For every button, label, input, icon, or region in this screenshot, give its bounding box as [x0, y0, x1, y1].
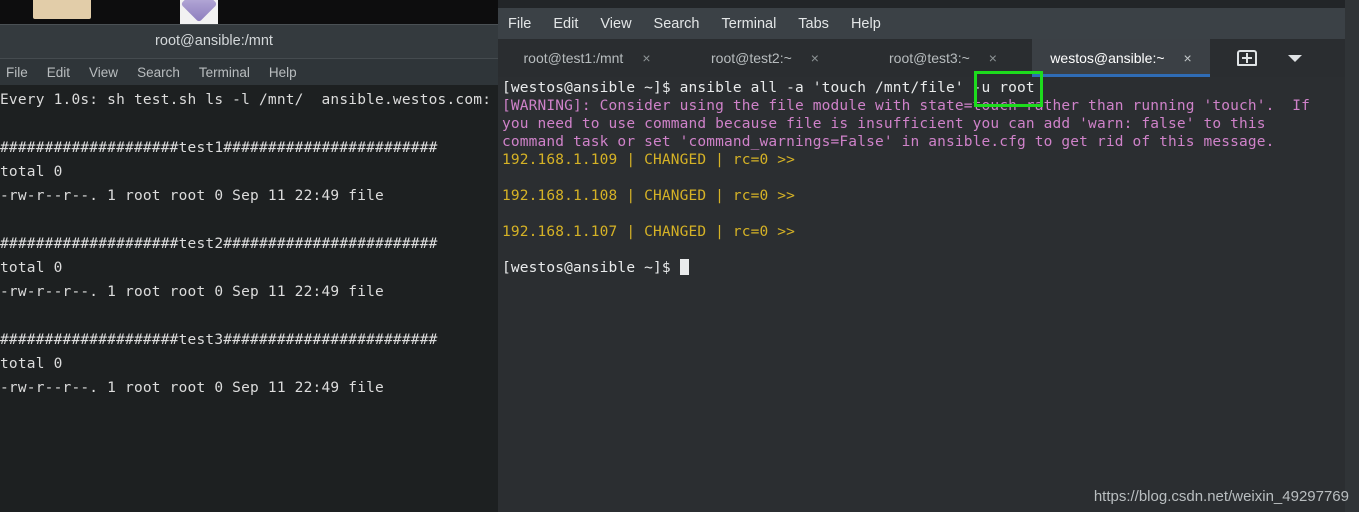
right-menu-terminal[interactable]: Terminal — [722, 16, 777, 32]
right-window-titlebar[interactable] — [498, 0, 1359, 8]
left-menu-file[interactable]: File — [6, 65, 28, 80]
terminal-warning-line: command task or set 'command_warnings=Fa… — [502, 134, 1275, 150]
left-menu-terminal[interactable]: Terminal — [199, 65, 250, 80]
terminal-line: total 0 — [0, 260, 63, 276]
terminal-line: Every 1.0s: sh test.sh ls -l /mnt/ ansib… — [0, 92, 492, 108]
terminal-line: ####################test2###############… — [0, 236, 438, 252]
left-window-menubar[interactable]: File Edit View Search Terminal Help — [0, 58, 498, 85]
archive-gem-icon-shape — [180, 0, 218, 23]
terminal-line: total 0 — [0, 356, 63, 372]
terminal-line: ####################test1###############… — [0, 140, 438, 156]
tab-label: root@test3:~ — [889, 50, 970, 66]
folder-icon[interactable] — [33, 0, 91, 24]
terminal-line: ####################test3###############… — [0, 332, 438, 348]
new-tab-icon[interactable] — [1236, 48, 1258, 68]
close-icon[interactable]: × — [1184, 51, 1192, 65]
right-terminal-window[interactable]: File Edit View Search Terminal Tabs Help… — [498, 0, 1359, 512]
tab-root-test1[interactable]: root@test1:/mnt × — [498, 39, 676, 77]
left-menu-search[interactable]: Search — [137, 65, 180, 80]
left-terminal-window[interactable]: root@ansible:/mnt File Edit View Search … — [0, 24, 498, 512]
terminal-warning-line: you need to use command because file is … — [502, 116, 1266, 132]
close-icon[interactable]: × — [642, 51, 650, 65]
right-menu-tabs[interactable]: Tabs — [798, 16, 829, 32]
terminal-cursor — [679, 259, 689, 275]
left-menu-edit[interactable]: Edit — [47, 65, 70, 80]
tab-bar-actions — [1210, 39, 1359, 77]
right-window-menubar[interactable]: File Edit View Search Terminal Tabs Help — [498, 8, 1359, 39]
terminal-line: -rw-r--r--. 1 root root 0 Sep 11 22:49 f… — [0, 284, 384, 300]
tab-root-test3[interactable]: root@test3:~ × — [854, 39, 1032, 77]
terminal-result-line: 192.168.1.107 | CHANGED | rc=0 >> — [502, 224, 796, 240]
terminal-prompt-line: [westos@ansible ~]$ — [501, 259, 1359, 277]
right-menu-view[interactable]: View — [600, 16, 631, 32]
right-terminal-output[interactable]: [westos@ansible ~]$ ansible all -a 'touc… — [498, 77, 1359, 512]
tab-label: root@test2:~ — [711, 50, 792, 66]
right-menu-help[interactable]: Help — [851, 16, 881, 32]
right-menu-file[interactable]: File — [508, 16, 531, 32]
right-menu-search[interactable]: Search — [654, 16, 700, 32]
terminal-warning-line: [WARNING]: Consider using the file modul… — [502, 98, 1311, 114]
terminal-command-line: [westos@ansible ~]$ ansible all -a 'touc… — [502, 80, 1035, 96]
tab-root-test2[interactable]: root@test2:~ × — [676, 39, 854, 77]
left-window-title: root@ansible:/mnt — [155, 33, 273, 49]
terminal-line: total 0 — [0, 164, 63, 180]
left-window-titlebar[interactable]: root@ansible:/mnt — [0, 24, 498, 58]
chevron-down-icon[interactable] — [1288, 54, 1302, 62]
left-terminal-output[interactable]: Every 1.0s: sh test.sh ls -l /mnt/ ansib… — [0, 85, 498, 512]
close-icon[interactable]: × — [989, 51, 997, 65]
new-tab-icon-plus-horizontal — [1242, 57, 1252, 59]
terminal-scrollbar[interactable] — [1345, 0, 1359, 512]
tab-label: root@test1:/mnt — [523, 50, 624, 66]
archive-gem-icon[interactable] — [180, 0, 218, 24]
folder-icon-body — [33, 0, 91, 19]
terminal-line: -rw-r--r--. 1 root root 0 Sep 11 22:49 f… — [0, 188, 384, 204]
watermark-url: https://blog.csdn.net/weixin_49297769 — [1093, 488, 1349, 505]
left-menu-help[interactable]: Help — [269, 65, 297, 80]
tab-label: westos@ansible:~ — [1050, 50, 1165, 66]
right-menu-edit[interactable]: Edit — [553, 16, 578, 32]
terminal-result-line: 192.168.1.108 | CHANGED | rc=0 >> — [502, 188, 796, 204]
terminal-tab-bar[interactable]: root@test1:/mnt × root@test2:~ × root@te… — [498, 39, 1359, 77]
left-menu-view[interactable]: View — [89, 65, 118, 80]
terminal-line: -rw-r--r--. 1 root root 0 Sep 11 22:49 f… — [0, 380, 384, 396]
tab-westos-ansible[interactable]: westos@ansible:~ × — [1032, 39, 1210, 77]
close-icon[interactable]: × — [811, 51, 819, 65]
terminal-result-line: 192.168.1.109 | CHANGED | rc=0 >> — [502, 152, 796, 168]
prompt-text: [westos@ansible ~]$ — [502, 260, 680, 276]
